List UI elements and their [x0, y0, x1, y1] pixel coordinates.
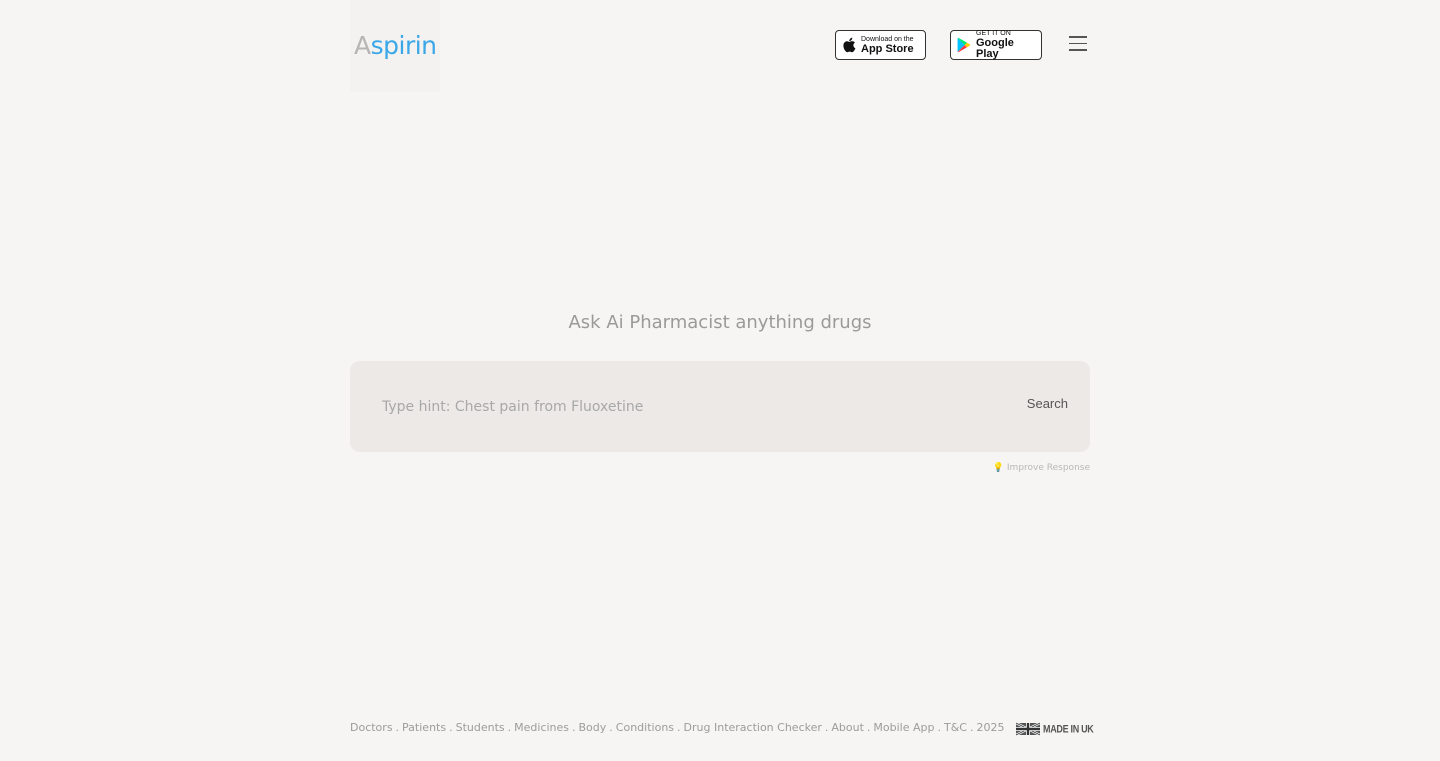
- footer-link-doctors[interactable]: Doctors: [350, 721, 393, 734]
- improve-response-link[interactable]: 💡 Improve Response: [993, 463, 1090, 473]
- app-store-badge[interactable]: Download on the App Store: [835, 30, 926, 60]
- footer-separator: .: [824, 721, 829, 734]
- footer-separator: .: [572, 721, 576, 734]
- app-store-text: Download on the App Store: [861, 36, 914, 55]
- hamburger-menu-icon[interactable]: [1069, 36, 1087, 54]
- footer-links: Doctors. Patients. Students. Medicines. …: [350, 721, 1004, 734]
- footer-link-about[interactable]: About: [831, 721, 864, 734]
- footer-separator: .: [677, 721, 681, 734]
- lightbulb-icon: 💡: [992, 463, 1004, 473]
- search-container: Search: [350, 361, 1090, 452]
- menu-bar: [1069, 36, 1087, 38]
- footer-separator: .: [866, 721, 871, 734]
- footer-separator: .: [507, 721, 512, 734]
- footer-link-mobile-app[interactable]: Mobile App: [873, 721, 934, 734]
- footer-separator: .: [449, 721, 453, 734]
- logo-letter-a: A: [354, 31, 371, 60]
- footer-separator: .: [937, 721, 942, 734]
- app-store-small-label: Download on the: [861, 35, 914, 43]
- google-play-small-label: GET IT ON: [976, 30, 1011, 37]
- made-in-uk-label: MADE IN UK: [1043, 723, 1094, 735]
- page: Aspirin Download on the App Store GET IT…: [0, 0, 1440, 761]
- footer-separator: .: [395, 721, 400, 734]
- google-play-text: GET IT ON Google Play: [976, 30, 1035, 60]
- logo-link[interactable]: Aspirin: [354, 30, 437, 62]
- apple-icon: [843, 37, 856, 53]
- google-play-badge[interactable]: GET IT ON Google Play: [950, 30, 1042, 60]
- google-play-big-label: Google Play: [976, 37, 1014, 60]
- app-store-big-label: App Store: [861, 42, 914, 55]
- footer-separator: .: [969, 721, 974, 734]
- footer-separator: .: [609, 721, 613, 734]
- footer-year: 2025: [976, 721, 1005, 734]
- uk-flag-icon: [1016, 722, 1040, 736]
- footer-link-students[interactable]: Students: [456, 721, 505, 734]
- footer-link-patients[interactable]: Patients: [402, 721, 446, 734]
- footer-link-terms[interactable]: T&C: [944, 721, 967, 734]
- search-button[interactable]: Search: [1010, 396, 1068, 411]
- footer-link-medicines[interactable]: Medicines: [514, 721, 569, 734]
- improve-response-label: Improve Response: [1006, 463, 1090, 473]
- menu-bar: [1069, 49, 1087, 51]
- logo-text: spirin: [370, 31, 437, 60]
- menu-bar: [1069, 42, 1087, 44]
- footer-link-drug-interaction-checker[interactable]: Drug Interaction Checker: [684, 721, 822, 734]
- page-tagline: Ask Ai Pharmacist anything drugs: [568, 312, 872, 333]
- footer-link-conditions[interactable]: Conditions: [616, 721, 674, 734]
- google-play-icon: [957, 37, 971, 53]
- footer-link-body[interactable]: Body: [579, 721, 607, 734]
- made-in-uk-badge: MADE IN UK: [1016, 722, 1094, 736]
- search-input[interactable]: [380, 394, 984, 420]
